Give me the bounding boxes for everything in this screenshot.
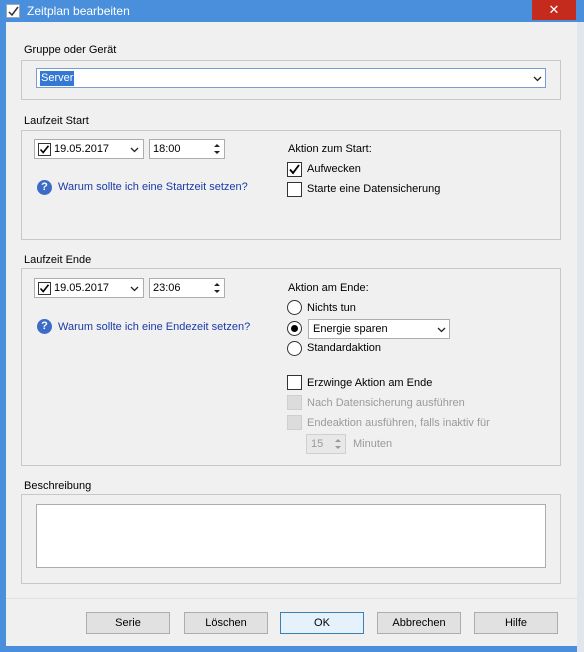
start-time-value: 18:00 <box>153 143 181 155</box>
start-date-picker[interactable]: 19.05.2017 <box>34 139 144 159</box>
force-action-label: Erzwinge Aktion am Ende <box>307 377 433 389</box>
cancel-button[interactable]: Abbrechen <box>377 612 461 634</box>
help-icon[interactable]: ? <box>37 180 52 195</box>
start-help-link[interactable]: Warum sollte ich eine Startzeit setzen? <box>58 181 248 193</box>
start-section-label: Laufzeit Start <box>24 115 89 127</box>
close-button[interactable]: ✕ <box>532 0 576 20</box>
start-backup-label: Starte eine Datensicherung <box>307 183 441 195</box>
app-icon <box>6 4 20 18</box>
checkmark-icon <box>289 164 300 175</box>
delete-button[interactable]: Löschen <box>184 612 268 634</box>
end-action-title: Aktion am Ende: <box>288 282 369 294</box>
minutes-label: Minuten <box>353 438 393 450</box>
chevron-down-icon <box>437 327 446 333</box>
background-window-edge <box>577 22 584 652</box>
series-button[interactable]: Serie <box>86 612 170 634</box>
start-backup-checkbox[interactable] <box>287 182 302 197</box>
help-button[interactable]: Hilfe <box>474 612 558 634</box>
start-date-value: 19.05.2017 <box>54 143 110 155</box>
radio-nothing-label: Nichts tun <box>307 302 356 314</box>
end-section-label: Laufzeit Ende <box>24 254 92 266</box>
energy-mode-select[interactable]: Energie sparen <box>308 319 450 339</box>
after-backup-checkbox <box>287 395 302 410</box>
end-time-spinner[interactable]: 23:06 <box>149 278 225 298</box>
group-device-selected-value: Server <box>40 71 75 86</box>
spin-arrows-icon <box>335 439 341 449</box>
wake-label: Aufwecken <box>307 163 361 175</box>
spin-arrows-icon[interactable] <box>211 141 223 157</box>
radio-energy[interactable] <box>287 321 302 336</box>
ok-button[interactable]: OK <box>280 612 364 634</box>
after-backup-label: Nach Datensicherung ausführen <box>307 397 465 409</box>
description-label: Beschreibung <box>24 480 92 492</box>
minutes-spinner: 15 <box>306 434 346 454</box>
start-action-title: Aktion zum Start: <box>288 143 372 155</box>
dialog-window: Zeitplan bearbeiten ✕ Gruppe oder Gerät … <box>0 0 584 652</box>
radio-nothing[interactable] <box>287 300 302 315</box>
inactive-label: Endeaktion ausführen, falls inaktiv für <box>307 417 490 429</box>
description-textarea[interactable] <box>36 504 546 568</box>
chevron-down-icon <box>533 76 542 82</box>
chevron-down-icon <box>130 147 139 153</box>
end-time-value: 23:06 <box>153 282 181 294</box>
inactive-checkbox <box>287 415 302 430</box>
end-date-picker[interactable]: 19.05.2017 <box>34 278 144 298</box>
help-icon[interactable]: ? <box>37 319 52 334</box>
title-bar[interactable]: Zeitplan bearbeiten ✕ <box>0 0 584 22</box>
start-time-spinner[interactable]: 18:00 <box>149 139 225 159</box>
minutes-value: 15 <box>311 438 324 450</box>
radio-default-action-label: Standardaktion <box>307 342 381 354</box>
checkmark-icon <box>39 284 50 293</box>
radio-selected-dot <box>291 325 298 332</box>
radio-default-action[interactable] <box>287 341 302 356</box>
wake-checkbox[interactable] <box>287 162 302 177</box>
start-date-checkbox[interactable] <box>38 143 51 156</box>
end-help-link[interactable]: Warum sollte ich eine Endezeit setzen? <box>58 321 250 333</box>
checkmark-icon <box>39 145 50 154</box>
spin-arrows-icon[interactable] <box>211 280 223 296</box>
energy-mode-value: Energie sparen <box>313 323 388 335</box>
force-action-checkbox[interactable] <box>287 375 302 390</box>
group-device-label: Gruppe oder Gerät <box>24 44 117 56</box>
window-title: Zeitplan bearbeiten <box>27 4 130 18</box>
chevron-down-icon <box>130 286 139 292</box>
end-date-checkbox[interactable] <box>38 282 51 295</box>
group-device-select[interactable]: Server <box>36 68 546 88</box>
end-date-value: 19.05.2017 <box>54 282 110 294</box>
